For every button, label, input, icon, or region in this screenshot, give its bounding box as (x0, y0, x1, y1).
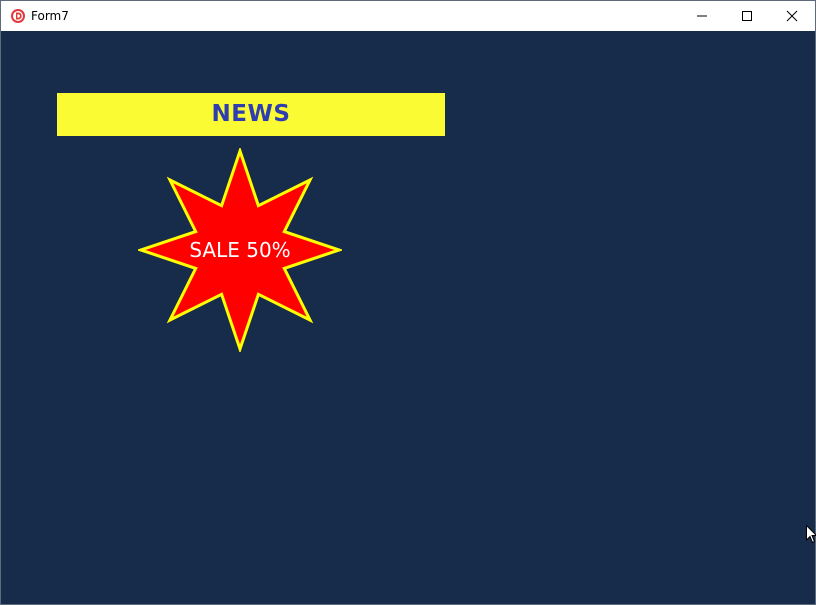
window-title: Form7 (31, 9, 69, 23)
close-icon (786, 10, 798, 22)
minimize-icon (697, 15, 707, 17)
form-client-area: NEWS SALE 50% (1, 31, 815, 604)
news-label: NEWS (211, 101, 291, 127)
minimize-button[interactable] (679, 1, 725, 31)
maximize-icon (742, 11, 752, 21)
maximize-button[interactable] (724, 1, 770, 31)
news-banner: NEWS (57, 93, 445, 136)
close-button[interactable] (769, 1, 815, 31)
sale-label: SALE 50% (189, 238, 291, 262)
app-window: Form7 NEWS SALE 50% (0, 0, 816, 605)
title-bar[interactable]: Form7 (1, 1, 815, 31)
mouse-cursor-icon (806, 525, 816, 544)
app-icon (11, 9, 25, 23)
